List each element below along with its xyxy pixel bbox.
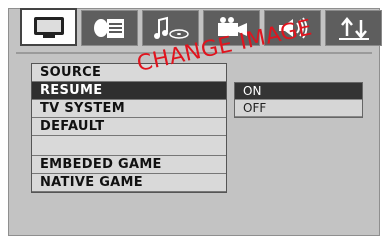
up-down-arrows-icon <box>338 17 369 40</box>
menu-item-source[interactable]: SOURCE <box>32 64 226 82</box>
option-on[interactable]: ON <box>235 83 362 100</box>
menu-item-tv-system[interactable]: TV SYSTEM <box>32 100 226 118</box>
menu-item-embeded-game[interactable]: EMBEDED GAME <box>32 156 226 174</box>
menu-item-resume[interactable]: RESUME <box>32 82 226 100</box>
tab-tv-setup[interactable] <box>20 8 77 46</box>
music-disc-icon <box>153 16 189 39</box>
menu-item-default[interactable]: DEFAULT <box>32 118 226 136</box>
menu-item-native-game[interactable]: NATIVE GAME <box>32 174 226 192</box>
menu-item-blank <box>32 136 226 156</box>
option-off[interactable]: OFF <box>235 100 362 117</box>
tab-preferences[interactable] <box>325 10 382 46</box>
resume-options: ON OFF <box>234 82 363 118</box>
tv-monitor-icon <box>33 17 64 38</box>
settings-menu: SOURCE RESUME TV SYSTEM DEFAULT EMBEDED … <box>31 63 227 193</box>
tab-audio-text[interactable] <box>81 10 138 46</box>
speaker-document-icon <box>93 19 124 38</box>
